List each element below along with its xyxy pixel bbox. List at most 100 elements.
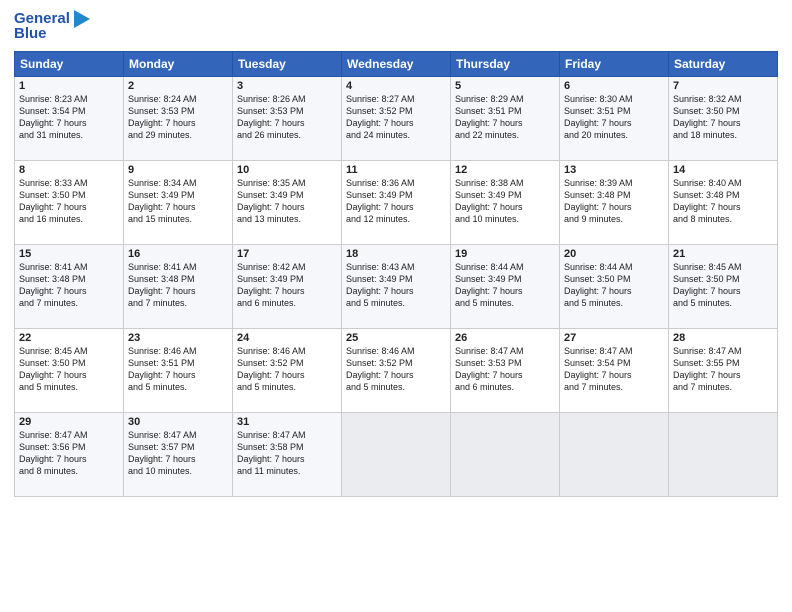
day-number: 28 (673, 332, 773, 344)
cell-sun-info: Sunrise: 8:47 AMSunset: 3:58 PMDaylight:… (237, 429, 337, 478)
calendar-cell: 16Sunrise: 8:41 AMSunset: 3:48 PMDayligh… (124, 244, 233, 328)
cell-sun-info: Sunrise: 8:41 AMSunset: 3:48 PMDaylight:… (128, 261, 228, 310)
calendar-cell: 26Sunrise: 8:47 AMSunset: 3:53 PMDayligh… (451, 328, 560, 412)
calendar-cell: 27Sunrise: 8:47 AMSunset: 3:54 PMDayligh… (560, 328, 669, 412)
cell-sun-info: Sunrise: 8:47 AMSunset: 3:56 PMDaylight:… (19, 429, 119, 478)
day-number: 7 (673, 80, 773, 92)
day-number: 10 (237, 164, 337, 176)
calendar-cell (342, 412, 451, 496)
calendar-cell: 9Sunrise: 8:34 AMSunset: 3:49 PMDaylight… (124, 160, 233, 244)
cell-sun-info: Sunrise: 8:47 AMSunset: 3:55 PMDaylight:… (673, 345, 773, 394)
day-number: 31 (237, 416, 337, 428)
cell-sun-info: Sunrise: 8:30 AMSunset: 3:51 PMDaylight:… (564, 93, 664, 142)
day-number: 18 (346, 248, 446, 260)
calendar-cell: 17Sunrise: 8:42 AMSunset: 3:49 PMDayligh… (233, 244, 342, 328)
day-number: 23 (128, 332, 228, 344)
day-number: 8 (19, 164, 119, 176)
calendar-cell: 28Sunrise: 8:47 AMSunset: 3:55 PMDayligh… (669, 328, 778, 412)
weekday-header-sunday: Sunday (15, 51, 124, 76)
weekday-header-wednesday: Wednesday (342, 51, 451, 76)
weekday-header-thursday: Thursday (451, 51, 560, 76)
calendar-cell: 23Sunrise: 8:46 AMSunset: 3:51 PMDayligh… (124, 328, 233, 412)
cell-sun-info: Sunrise: 8:47 AMSunset: 3:54 PMDaylight:… (564, 345, 664, 394)
calendar-cell: 10Sunrise: 8:35 AMSunset: 3:49 PMDayligh… (233, 160, 342, 244)
cell-sun-info: Sunrise: 8:40 AMSunset: 3:48 PMDaylight:… (673, 177, 773, 226)
cell-sun-info: Sunrise: 8:33 AMSunset: 3:50 PMDaylight:… (19, 177, 119, 226)
day-number: 9 (128, 164, 228, 176)
day-number: 5 (455, 80, 555, 92)
day-number: 3 (237, 80, 337, 92)
day-number: 29 (19, 416, 119, 428)
calendar-week-row: 8Sunrise: 8:33 AMSunset: 3:50 PMDaylight… (15, 160, 778, 244)
cell-sun-info: Sunrise: 8:47 AMSunset: 3:57 PMDaylight:… (128, 429, 228, 478)
cell-sun-info: Sunrise: 8:45 AMSunset: 3:50 PMDaylight:… (673, 261, 773, 310)
cell-sun-info: Sunrise: 8:47 AMSunset: 3:53 PMDaylight:… (455, 345, 555, 394)
logo: General Blue (14, 10, 90, 43)
cell-sun-info: Sunrise: 8:38 AMSunset: 3:49 PMDaylight:… (455, 177, 555, 226)
calendar-week-row: 22Sunrise: 8:45 AMSunset: 3:50 PMDayligh… (15, 328, 778, 412)
day-number: 4 (346, 80, 446, 92)
day-number: 15 (19, 248, 119, 260)
calendar-week-row: 29Sunrise: 8:47 AMSunset: 3:56 PMDayligh… (15, 412, 778, 496)
logo-text-line2: Blue (14, 26, 47, 43)
cell-sun-info: Sunrise: 8:36 AMSunset: 3:49 PMDaylight:… (346, 177, 446, 226)
calendar-header-row: SundayMondayTuesdayWednesdayThursdayFrid… (15, 51, 778, 76)
calendar-cell: 18Sunrise: 8:43 AMSunset: 3:49 PMDayligh… (342, 244, 451, 328)
calendar-cell: 3Sunrise: 8:26 AMSunset: 3:53 PMDaylight… (233, 76, 342, 160)
day-number: 2 (128, 80, 228, 92)
calendar-cell: 30Sunrise: 8:47 AMSunset: 3:57 PMDayligh… (124, 412, 233, 496)
day-number: 12 (455, 164, 555, 176)
day-number: 26 (455, 332, 555, 344)
calendar-cell: 1Sunrise: 8:23 AMSunset: 3:54 PMDaylight… (15, 76, 124, 160)
calendar-cell (451, 412, 560, 496)
cell-sun-info: Sunrise: 8:42 AMSunset: 3:49 PMDaylight:… (237, 261, 337, 310)
day-number: 19 (455, 248, 555, 260)
day-number: 16 (128, 248, 228, 260)
cell-sun-info: Sunrise: 8:29 AMSunset: 3:51 PMDaylight:… (455, 93, 555, 142)
day-number: 17 (237, 248, 337, 260)
cell-sun-info: Sunrise: 8:44 AMSunset: 3:50 PMDaylight:… (564, 261, 664, 310)
calendar-week-row: 1Sunrise: 8:23 AMSunset: 3:54 PMDaylight… (15, 76, 778, 160)
calendar-cell: 13Sunrise: 8:39 AMSunset: 3:48 PMDayligh… (560, 160, 669, 244)
calendar-cell: 25Sunrise: 8:46 AMSunset: 3:52 PMDayligh… (342, 328, 451, 412)
cell-sun-info: Sunrise: 8:43 AMSunset: 3:49 PMDaylight:… (346, 261, 446, 310)
day-number: 14 (673, 164, 773, 176)
day-number: 6 (564, 80, 664, 92)
cell-sun-info: Sunrise: 8:41 AMSunset: 3:48 PMDaylight:… (19, 261, 119, 310)
cell-sun-info: Sunrise: 8:24 AMSunset: 3:53 PMDaylight:… (128, 93, 228, 142)
calendar-cell: 14Sunrise: 8:40 AMSunset: 3:48 PMDayligh… (669, 160, 778, 244)
calendar-cell: 21Sunrise: 8:45 AMSunset: 3:50 PMDayligh… (669, 244, 778, 328)
calendar-cell: 15Sunrise: 8:41 AMSunset: 3:48 PMDayligh… (15, 244, 124, 328)
day-number: 30 (128, 416, 228, 428)
day-number: 13 (564, 164, 664, 176)
cell-sun-info: Sunrise: 8:27 AMSunset: 3:52 PMDaylight:… (346, 93, 446, 142)
cell-sun-info: Sunrise: 8:32 AMSunset: 3:50 PMDaylight:… (673, 93, 773, 142)
calendar-cell: 2Sunrise: 8:24 AMSunset: 3:53 PMDaylight… (124, 76, 233, 160)
calendar-cell: 5Sunrise: 8:29 AMSunset: 3:51 PMDaylight… (451, 76, 560, 160)
day-number: 21 (673, 248, 773, 260)
day-number: 25 (346, 332, 446, 344)
calendar-cell (560, 412, 669, 496)
cell-sun-info: Sunrise: 8:35 AMSunset: 3:49 PMDaylight:… (237, 177, 337, 226)
weekday-header-monday: Monday (124, 51, 233, 76)
calendar-cell: 12Sunrise: 8:38 AMSunset: 3:49 PMDayligh… (451, 160, 560, 244)
calendar-cell: 22Sunrise: 8:45 AMSunset: 3:50 PMDayligh… (15, 328, 124, 412)
day-number: 11 (346, 164, 446, 176)
cell-sun-info: Sunrise: 8:46 AMSunset: 3:52 PMDaylight:… (346, 345, 446, 394)
cell-sun-info: Sunrise: 8:46 AMSunset: 3:52 PMDaylight:… (237, 345, 337, 394)
page: General Blue SundayMondayTuesdayWednesda… (0, 0, 792, 612)
calendar-cell (669, 412, 778, 496)
weekday-header-friday: Friday (560, 51, 669, 76)
cell-sun-info: Sunrise: 8:34 AMSunset: 3:49 PMDaylight:… (128, 177, 228, 226)
calendar-cell: 7Sunrise: 8:32 AMSunset: 3:50 PMDaylight… (669, 76, 778, 160)
cell-sun-info: Sunrise: 8:46 AMSunset: 3:51 PMDaylight:… (128, 345, 228, 394)
cell-sun-info: Sunrise: 8:44 AMSunset: 3:49 PMDaylight:… (455, 261, 555, 310)
weekday-header-tuesday: Tuesday (233, 51, 342, 76)
calendar-cell: 24Sunrise: 8:46 AMSunset: 3:52 PMDayligh… (233, 328, 342, 412)
cell-sun-info: Sunrise: 8:23 AMSunset: 3:54 PMDaylight:… (19, 93, 119, 142)
calendar-cell: 29Sunrise: 8:47 AMSunset: 3:56 PMDayligh… (15, 412, 124, 496)
header: General Blue (14, 10, 778, 43)
weekday-header-saturday: Saturday (669, 51, 778, 76)
cell-sun-info: Sunrise: 8:39 AMSunset: 3:48 PMDaylight:… (564, 177, 664, 226)
cell-sun-info: Sunrise: 8:45 AMSunset: 3:50 PMDaylight:… (19, 345, 119, 394)
